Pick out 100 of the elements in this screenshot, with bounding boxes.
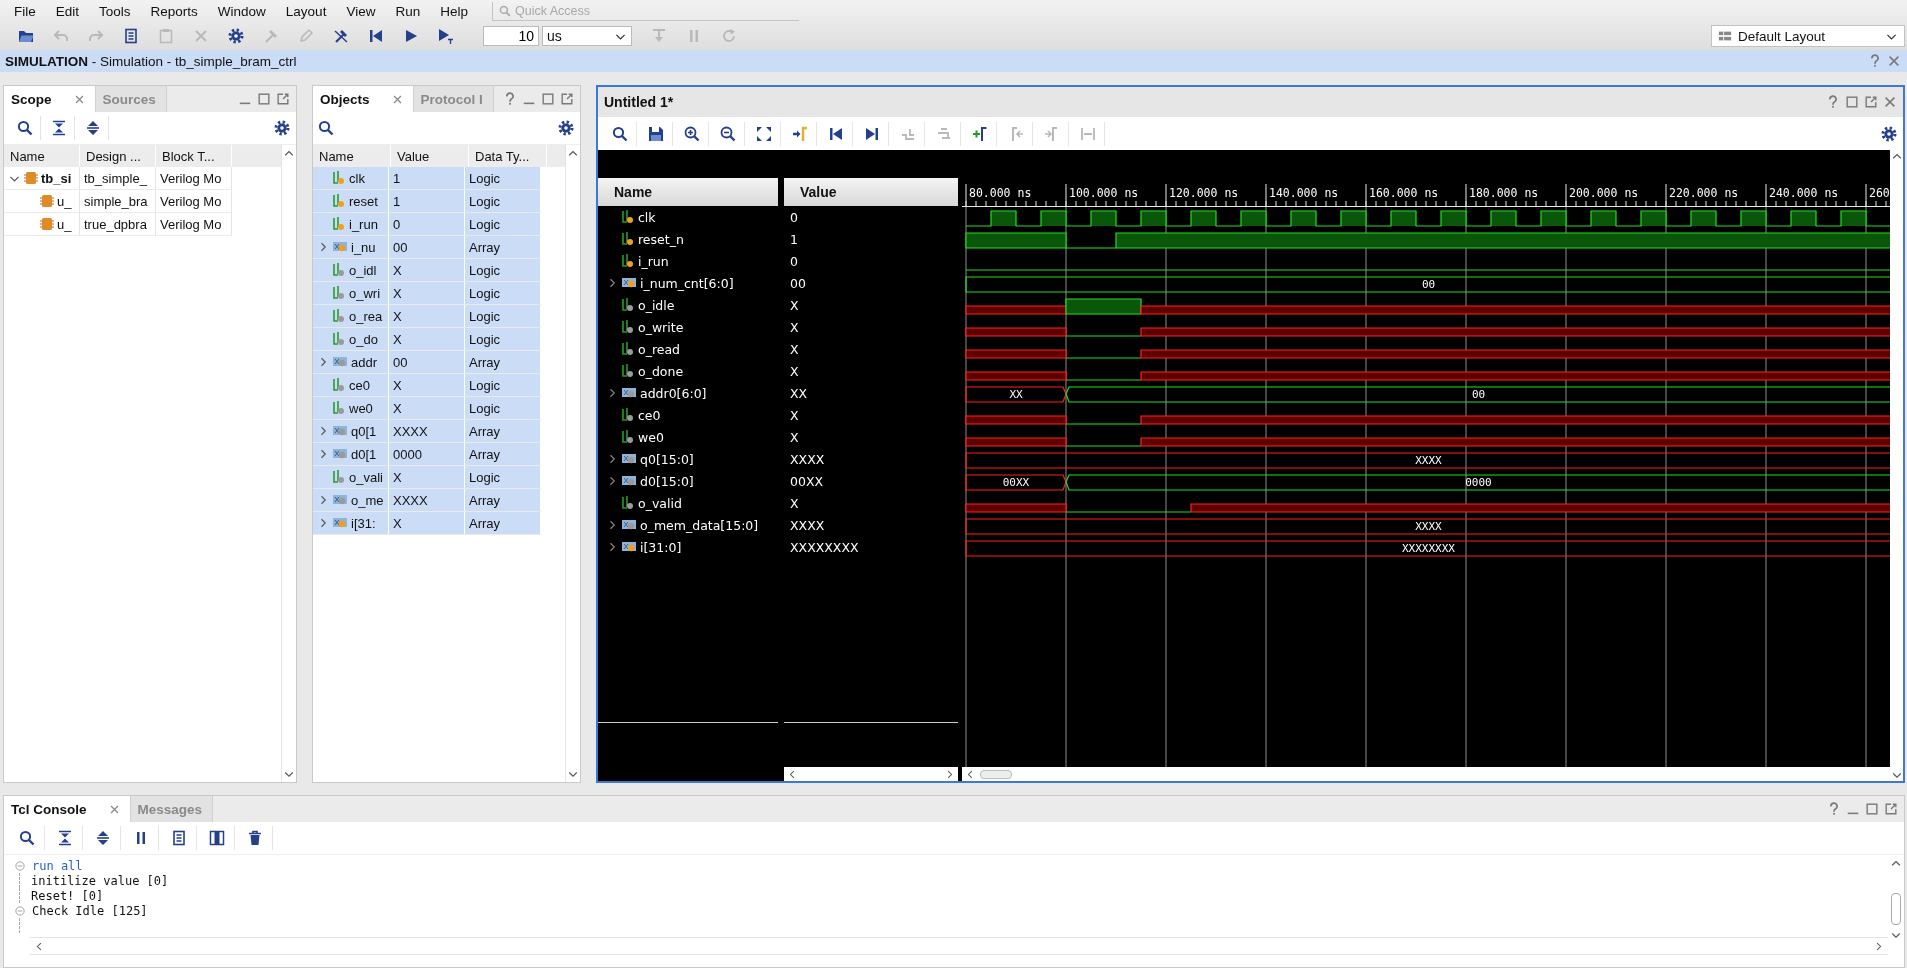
panel-tab[interactable]: Objects [313,86,414,112]
menu-item[interactable]: Edit [47,3,92,19]
time-label: 200.000 ns [1569,186,1639,200]
signal-name[interactable]: o_valid [638,495,682,511]
menu-item[interactable]: Layout [277,3,339,19]
close-icon[interactable] [1887,54,1901,68]
object-row[interactable]: o_rea X Logic [313,305,541,328]
help-icon[interactable] [1868,54,1882,68]
scope-name[interactable]: u_ [57,216,72,232]
float-window-icon[interactable] [560,92,574,106]
menu-item[interactable]: Tools [91,3,143,19]
signal-name[interactable]: reset_n [638,231,684,247]
maximize-icon[interactable] [1865,802,1879,816]
quick-access-field[interactable]: Quick Access [514,3,775,18]
signal-name[interactable]: we0 [638,429,664,445]
time-label: 240.000 ns [1769,186,1839,200]
column-header[interactable]: Block T... [156,145,232,167]
signal-value: X [790,429,799,445]
object-row[interactable]: addr 00 Array [313,351,541,374]
table-cell: tb_simple_ [80,167,156,189]
module-icon [40,194,54,208]
float-window-icon[interactable] [1884,802,1898,816]
trash-icon [246,830,263,846]
scope-name[interactable]: u_ [57,193,72,209]
help-icon[interactable] [1827,802,1841,816]
close-icon[interactable] [391,93,403,105]
time-unit-dropdown[interactable]: us [542,26,632,46]
close-icon[interactable] [108,803,120,815]
object-value: 0 [389,213,465,235]
column-header[interactable]: Name [598,178,778,206]
object-row[interactable]: o_idl X Logic [313,259,541,282]
signal-name[interactable]: o_read [638,341,681,357]
signal-name[interactable]: i_run [638,253,669,269]
signal-name[interactable]: o_done [638,363,684,379]
object-row[interactable]: clk 1 Logic [313,167,541,190]
signal-name[interactable]: q0[15:0] [640,451,694,467]
object-value: X [389,282,465,304]
object-type: Logic [465,213,541,235]
signal-name[interactable]: o_write [638,319,684,335]
float-window-icon[interactable] [276,92,290,106]
help-icon[interactable] [503,92,517,106]
scope-name[interactable]: tb_si [41,170,72,186]
object-row[interactable]: reset 1 Logic [313,190,541,213]
menu-item[interactable]: Help [432,3,480,19]
signal-name[interactable]: o_idle [638,297,675,313]
menu-item[interactable]: File [6,3,48,19]
object-row[interactable]: q0[1 XXXX Array [313,420,541,443]
maximize-icon[interactable] [257,92,271,106]
maximize-icon[interactable] [541,92,555,106]
menu-item[interactable]: View [338,3,388,19]
menu-item[interactable]: Run [387,3,433,19]
object-value: XXXX [389,489,465,511]
signal-name[interactable]: addr0[6:0] [640,385,707,401]
table-cell: Verilog Mo [156,190,232,212]
object-row[interactable]: o_do X Logic [313,328,541,351]
signal-name[interactable]: clk [638,209,656,225]
object-row[interactable]: o_me XXXX Array [313,489,541,512]
run-time-field[interactable]: 10 [483,26,539,46]
signal-name[interactable]: i_num_cnt[6:0] [640,275,734,291]
pen-icon [298,28,314,44]
object-row[interactable]: i_nu 00 Array [313,236,541,259]
module-icon [40,217,54,231]
object-row[interactable]: ce0 X Logic [313,374,541,397]
close-icon[interactable] [73,93,85,105]
signal-value: 0 [790,253,798,269]
collapse-all-icon [56,830,73,846]
float-window-icon[interactable] [1864,95,1878,109]
time-label: 140.000 ns [1269,186,1339,200]
panel-tab[interactable]: Tcl Console [4,796,131,822]
signal-name[interactable]: d0[15:0] [640,473,694,489]
column-header[interactable]: Design ... [80,145,156,167]
panel-tab[interactable]: Scope [4,86,96,112]
close-icon[interactable] [1883,95,1897,109]
object-value: 00 [389,236,465,258]
scroll-thumb[interactable] [1891,893,1901,925]
signal-name[interactable]: o_mem_data[15:0] [640,517,759,533]
object-row[interactable]: i_run 0 Logic [313,213,541,236]
settings-icon[interactable] [558,120,574,136]
object-name: i_nu [351,239,376,255]
layout-dropdown[interactable]: Default Layout [1711,25,1905,47]
maximize-icon[interactable] [1845,95,1859,109]
object-row[interactable]: we0 X Logic [313,397,541,420]
column-header[interactable]: Name [4,145,80,167]
help-icon[interactable] [1826,95,1840,109]
settings-icon[interactable] [1881,125,1897,142]
object-row[interactable]: o_wri X Logic [313,282,541,305]
time-label: 180.000 ns [1469,186,1539,200]
object-value: 1 [389,167,465,189]
search-icon[interactable] [318,120,334,136]
signal-name[interactable]: ce0 [638,407,661,423]
signal-name[interactable]: i[31:0] [640,539,682,555]
object-row[interactable]: i[31: X Array [313,512,541,535]
object-row[interactable]: d0[1 0000 Array [313,443,541,466]
settings-icon[interactable] [274,120,290,136]
table-cell: simple_bra [80,190,156,212]
menu-item[interactable]: Reports [142,3,210,19]
menu-item[interactable]: Window [209,3,278,19]
object-row[interactable]: o_vali X Logic [313,466,541,489]
column-header[interactable]: Value [784,178,958,206]
scroll-thumb[interactable] [980,769,1012,779]
